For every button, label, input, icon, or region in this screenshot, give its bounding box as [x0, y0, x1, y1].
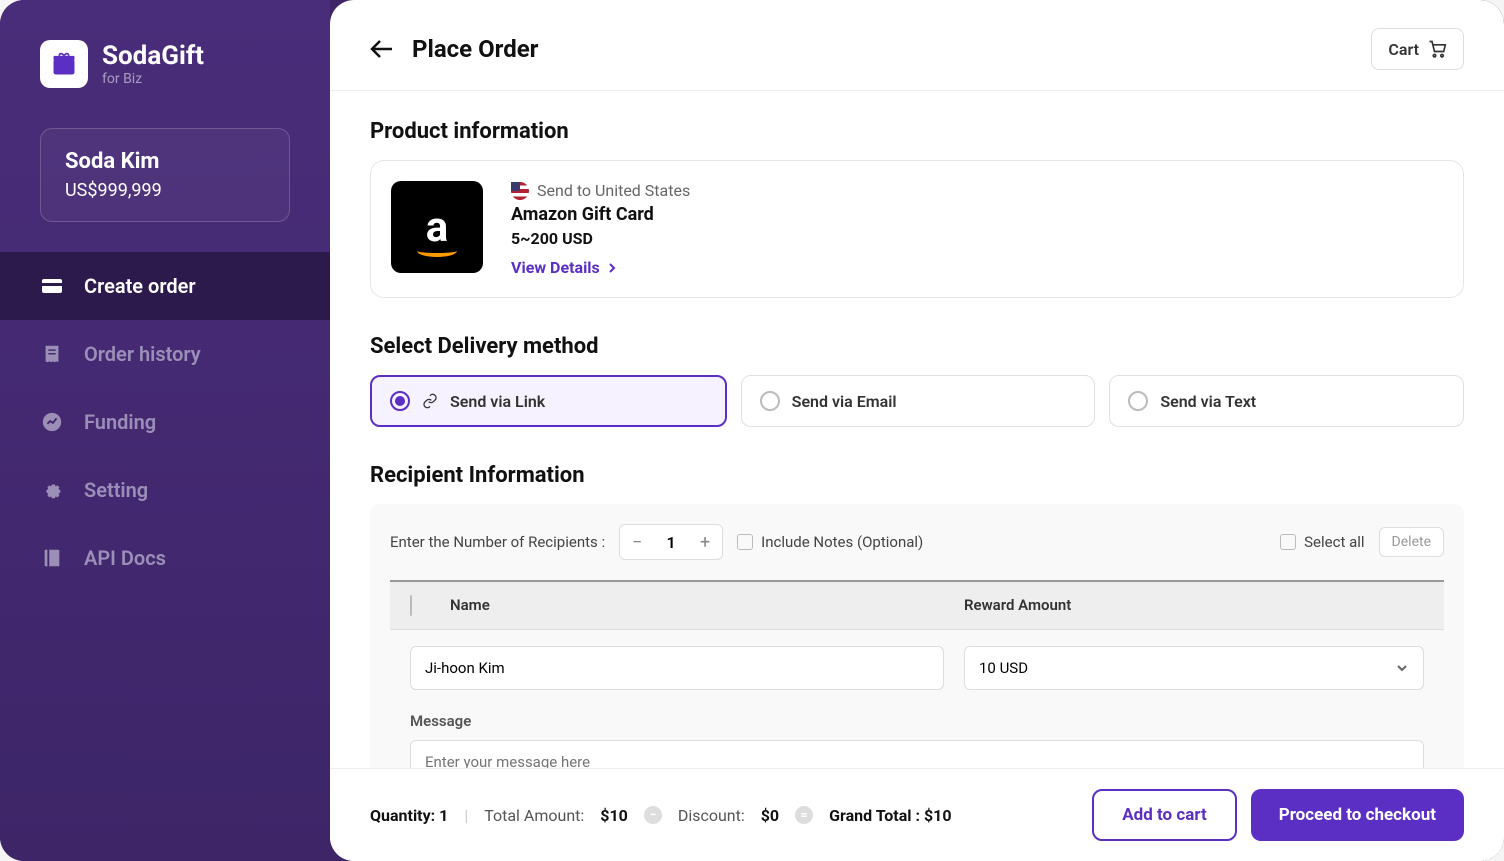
footer: Quantity: 1 | Total Amount: $10 − Discou… [330, 768, 1504, 861]
reward-select[interactable]: 10 USD [964, 646, 1424, 690]
total-label: Total Amount: [484, 806, 584, 825]
delete-button[interactable]: Delete [1379, 527, 1444, 557]
logo-icon [40, 40, 88, 88]
sidebar-item-label: Order history [84, 342, 201, 366]
grand-label: Grand Total : [829, 806, 920, 825]
delivery-section-title: Select Delivery method [370, 334, 1464, 359]
user-balance: US$999,999 [65, 180, 265, 201]
checkout-button[interactable]: Proceed to checkout [1251, 789, 1464, 841]
recipient-box: Enter the Number of Recipients : − 1 + I… [370, 504, 1464, 768]
select-all-label: Select all [1304, 533, 1364, 551]
stepper-value: 1 [654, 533, 688, 552]
delivery-email-option[interactable]: Send via Email [741, 375, 1096, 427]
product-image: a [391, 181, 483, 273]
include-notes-label: Include Notes (Optional) [761, 533, 923, 551]
col-name: Name [450, 596, 964, 615]
grand-value: $10 [924, 806, 952, 825]
link-icon [422, 393, 438, 409]
recipient-section-title: Recipient Information [370, 463, 1464, 488]
logo-sub: for Biz [102, 71, 204, 87]
cart-icon [1427, 39, 1447, 59]
logo-name: SodaGift [102, 41, 204, 71]
content: Product information a Send to United Sta… [330, 91, 1504, 768]
product-section-title: Product information [370, 119, 1464, 144]
cart-button[interactable]: Cart [1371, 28, 1464, 70]
radio-off-icon [1128, 391, 1148, 411]
main: Place Order Cart Product information a S… [330, 0, 1504, 861]
chevron-down-icon [1395, 661, 1409, 675]
delivery-options: Send via Link Send via Email Send via Te… [370, 375, 1464, 427]
logo: SodaGift for Biz [0, 40, 330, 128]
radio-off-icon [760, 391, 780, 411]
stepper-minus[interactable]: − [620, 525, 654, 559]
user-name: Soda Kim [65, 149, 265, 174]
product-range: 5~200 USD [511, 229, 690, 248]
back-arrow-icon[interactable] [370, 39, 394, 59]
quantity-stepper: − 1 + [619, 524, 723, 560]
table-header: Name Reward Amount [390, 580, 1444, 630]
sidebar-item-label: Setting [84, 478, 148, 502]
product-card: a Send to United States Amazon Gift Card… [370, 160, 1464, 298]
quantity-value: 1 [439, 806, 448, 825]
receipt-icon [40, 342, 64, 366]
sidebar-item-label: Create order [84, 274, 196, 298]
message-input[interactable] [410, 740, 1424, 768]
select-all-checkbox[interactable] [1280, 534, 1296, 550]
delivery-text-option[interactable]: Send via Text [1109, 375, 1464, 427]
discount-value: $0 [761, 806, 779, 825]
stepper-plus[interactable]: + [688, 525, 722, 559]
sidebar: SodaGift for Biz Soda Kim US$999,999 Cre… [0, 0, 330, 861]
sidebar-item-setting[interactable]: Setting [0, 456, 330, 524]
delivery-link-option[interactable]: Send via Link [370, 375, 727, 427]
equals-circle-icon: = [795, 806, 813, 824]
view-details-link[interactable]: View Details [511, 258, 690, 277]
discount-label: Discount: [678, 806, 745, 825]
card-icon [40, 274, 64, 298]
user-card: Soda Kim US$999,999 [40, 128, 290, 222]
header-checkbox[interactable] [410, 595, 412, 616]
sidebar-item-create-order[interactable]: Create order [0, 252, 330, 320]
sidebar-item-label: Funding [84, 410, 156, 434]
col-reward: Reward Amount [964, 596, 1424, 615]
product-name: Amazon Gift Card [511, 204, 690, 225]
sidebar-item-api-docs[interactable]: API Docs [0, 524, 330, 592]
sidebar-item-label: API Docs [84, 546, 166, 570]
cart-label: Cart [1388, 40, 1419, 59]
book-icon [40, 546, 64, 570]
table-row: 10 USD [390, 630, 1444, 706]
quantity-label: Quantity: [370, 806, 435, 825]
add-to-cart-button[interactable]: Add to cart [1092, 789, 1237, 841]
sidebar-item-funding[interactable]: Funding [0, 388, 330, 456]
send-to: Send to United States [511, 181, 690, 200]
nav: Create order Order history Funding Setti… [0, 252, 330, 592]
radio-on-icon [390, 391, 410, 411]
header: Place Order Cart [330, 0, 1504, 91]
chevron-right-icon [606, 262, 618, 274]
page-title: Place Order [412, 35, 538, 63]
message-label: Message [390, 706, 1444, 740]
gear-icon [40, 478, 64, 502]
include-notes-checkbox[interactable] [737, 534, 753, 550]
total-value: $10 [600, 806, 628, 825]
chart-icon [40, 410, 64, 434]
minus-circle-icon: − [644, 806, 662, 824]
us-flag-icon [511, 182, 529, 200]
recipient-count-label: Enter the Number of Recipients : [390, 533, 605, 551]
name-input[interactable] [410, 646, 944, 690]
sidebar-item-order-history[interactable]: Order history [0, 320, 330, 388]
